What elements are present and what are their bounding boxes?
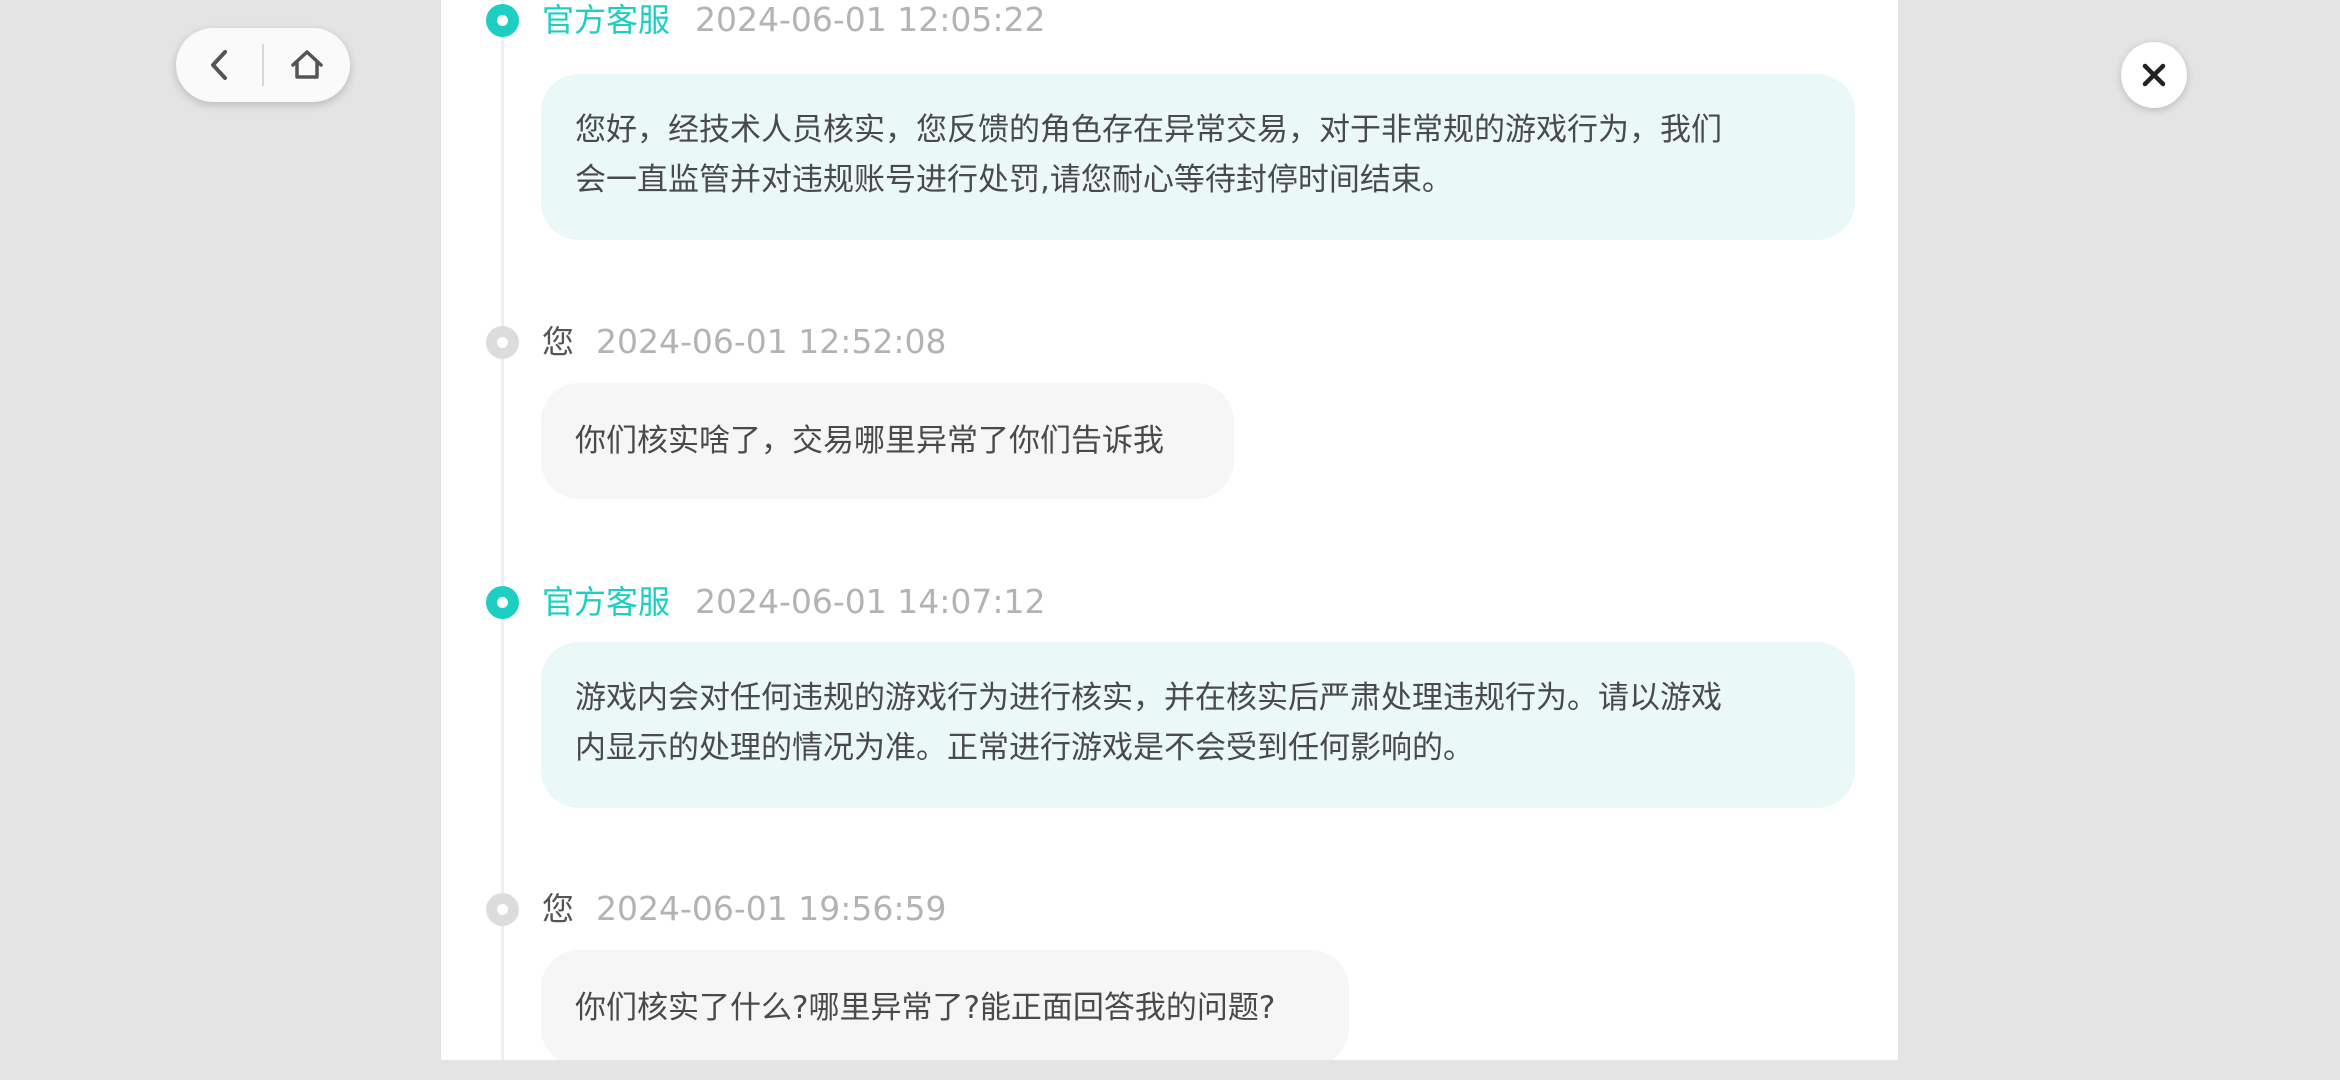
message-bubble: 你们核实了什么?哪里异常了?能正面回答我的问题? xyxy=(541,950,1349,1060)
message-bubble: 你们核实啥了，交易哪里异常了你们告诉我 xyxy=(541,383,1234,499)
sender-name: 您 xyxy=(542,323,575,361)
close-icon xyxy=(2142,63,2166,87)
message-timestamp: 2024-06-01 12:05:22 xyxy=(695,0,1046,39)
sender-name: 官方客服 xyxy=(542,1,671,39)
timeline-dot-icon xyxy=(486,4,519,37)
sender-name: 官方客服 xyxy=(542,583,671,621)
message-header: 官方客服 2024-06-01 12:05:22 xyxy=(441,0,1841,39)
message-text-line: 您好，经技术人员核实，您反馈的角色存在异常交易，对于非常规的游戏行为，我们 xyxy=(575,112,1722,148)
back-button[interactable] xyxy=(176,28,263,102)
message-bubble: 您好，经技术人员核实，您反馈的角色存在异常交易，对于非常规的游戏行为，我们 会一… xyxy=(541,74,1855,240)
nav-capsule xyxy=(176,28,350,102)
conversation-page: 官方客服 2024-06-01 12:05:22 您好，经技术人员核实，您反馈的… xyxy=(441,0,1898,1060)
message-text-line: 会一直监管并对违规账号进行处罚,请您耐心等待封停时间结束。 xyxy=(575,162,1453,198)
message-text-line: 你们核实了什么?哪里异常了?能正面回答我的问题? xyxy=(575,990,1276,1026)
timeline-dot-icon xyxy=(486,586,519,619)
message-text-line: 游戏内会对任何违规的游戏行为进行核实，并在核实后严肃处理违规行为。请以游戏 xyxy=(575,680,1722,716)
message-bubble: 游戏内会对任何违规的游戏行为进行核实，并在核实后严肃处理违规行为。请以游戏 内显… xyxy=(541,642,1855,808)
message-header: 官方客服 2024-06-01 14:07:12 xyxy=(441,568,1841,621)
message-text-line: 你们核实啥了，交易哪里异常了你们告诉我 xyxy=(575,423,1164,459)
timeline-dot-icon xyxy=(486,326,519,359)
sender-name: 您 xyxy=(542,890,575,928)
home-icon xyxy=(290,50,323,79)
message-timestamp: 2024-06-01 12:52:08 xyxy=(596,322,947,361)
home-button[interactable] xyxy=(263,28,350,102)
timeline-dot-icon xyxy=(486,893,519,926)
message-header: 您 2024-06-01 12:52:08 xyxy=(441,308,1841,361)
message-header: 您 2024-06-01 19:56:59 xyxy=(441,875,1841,928)
message-timestamp: 2024-06-01 19:56:59 xyxy=(596,889,947,928)
message-timestamp: 2024-06-01 14:07:12 xyxy=(695,582,1046,621)
message-text-line: 内显示的处理的情况为准。正常进行游戏是不会受到任何影响的。 xyxy=(575,730,1474,766)
chevron-left-icon xyxy=(210,50,227,80)
close-button[interactable] xyxy=(2121,42,2187,108)
